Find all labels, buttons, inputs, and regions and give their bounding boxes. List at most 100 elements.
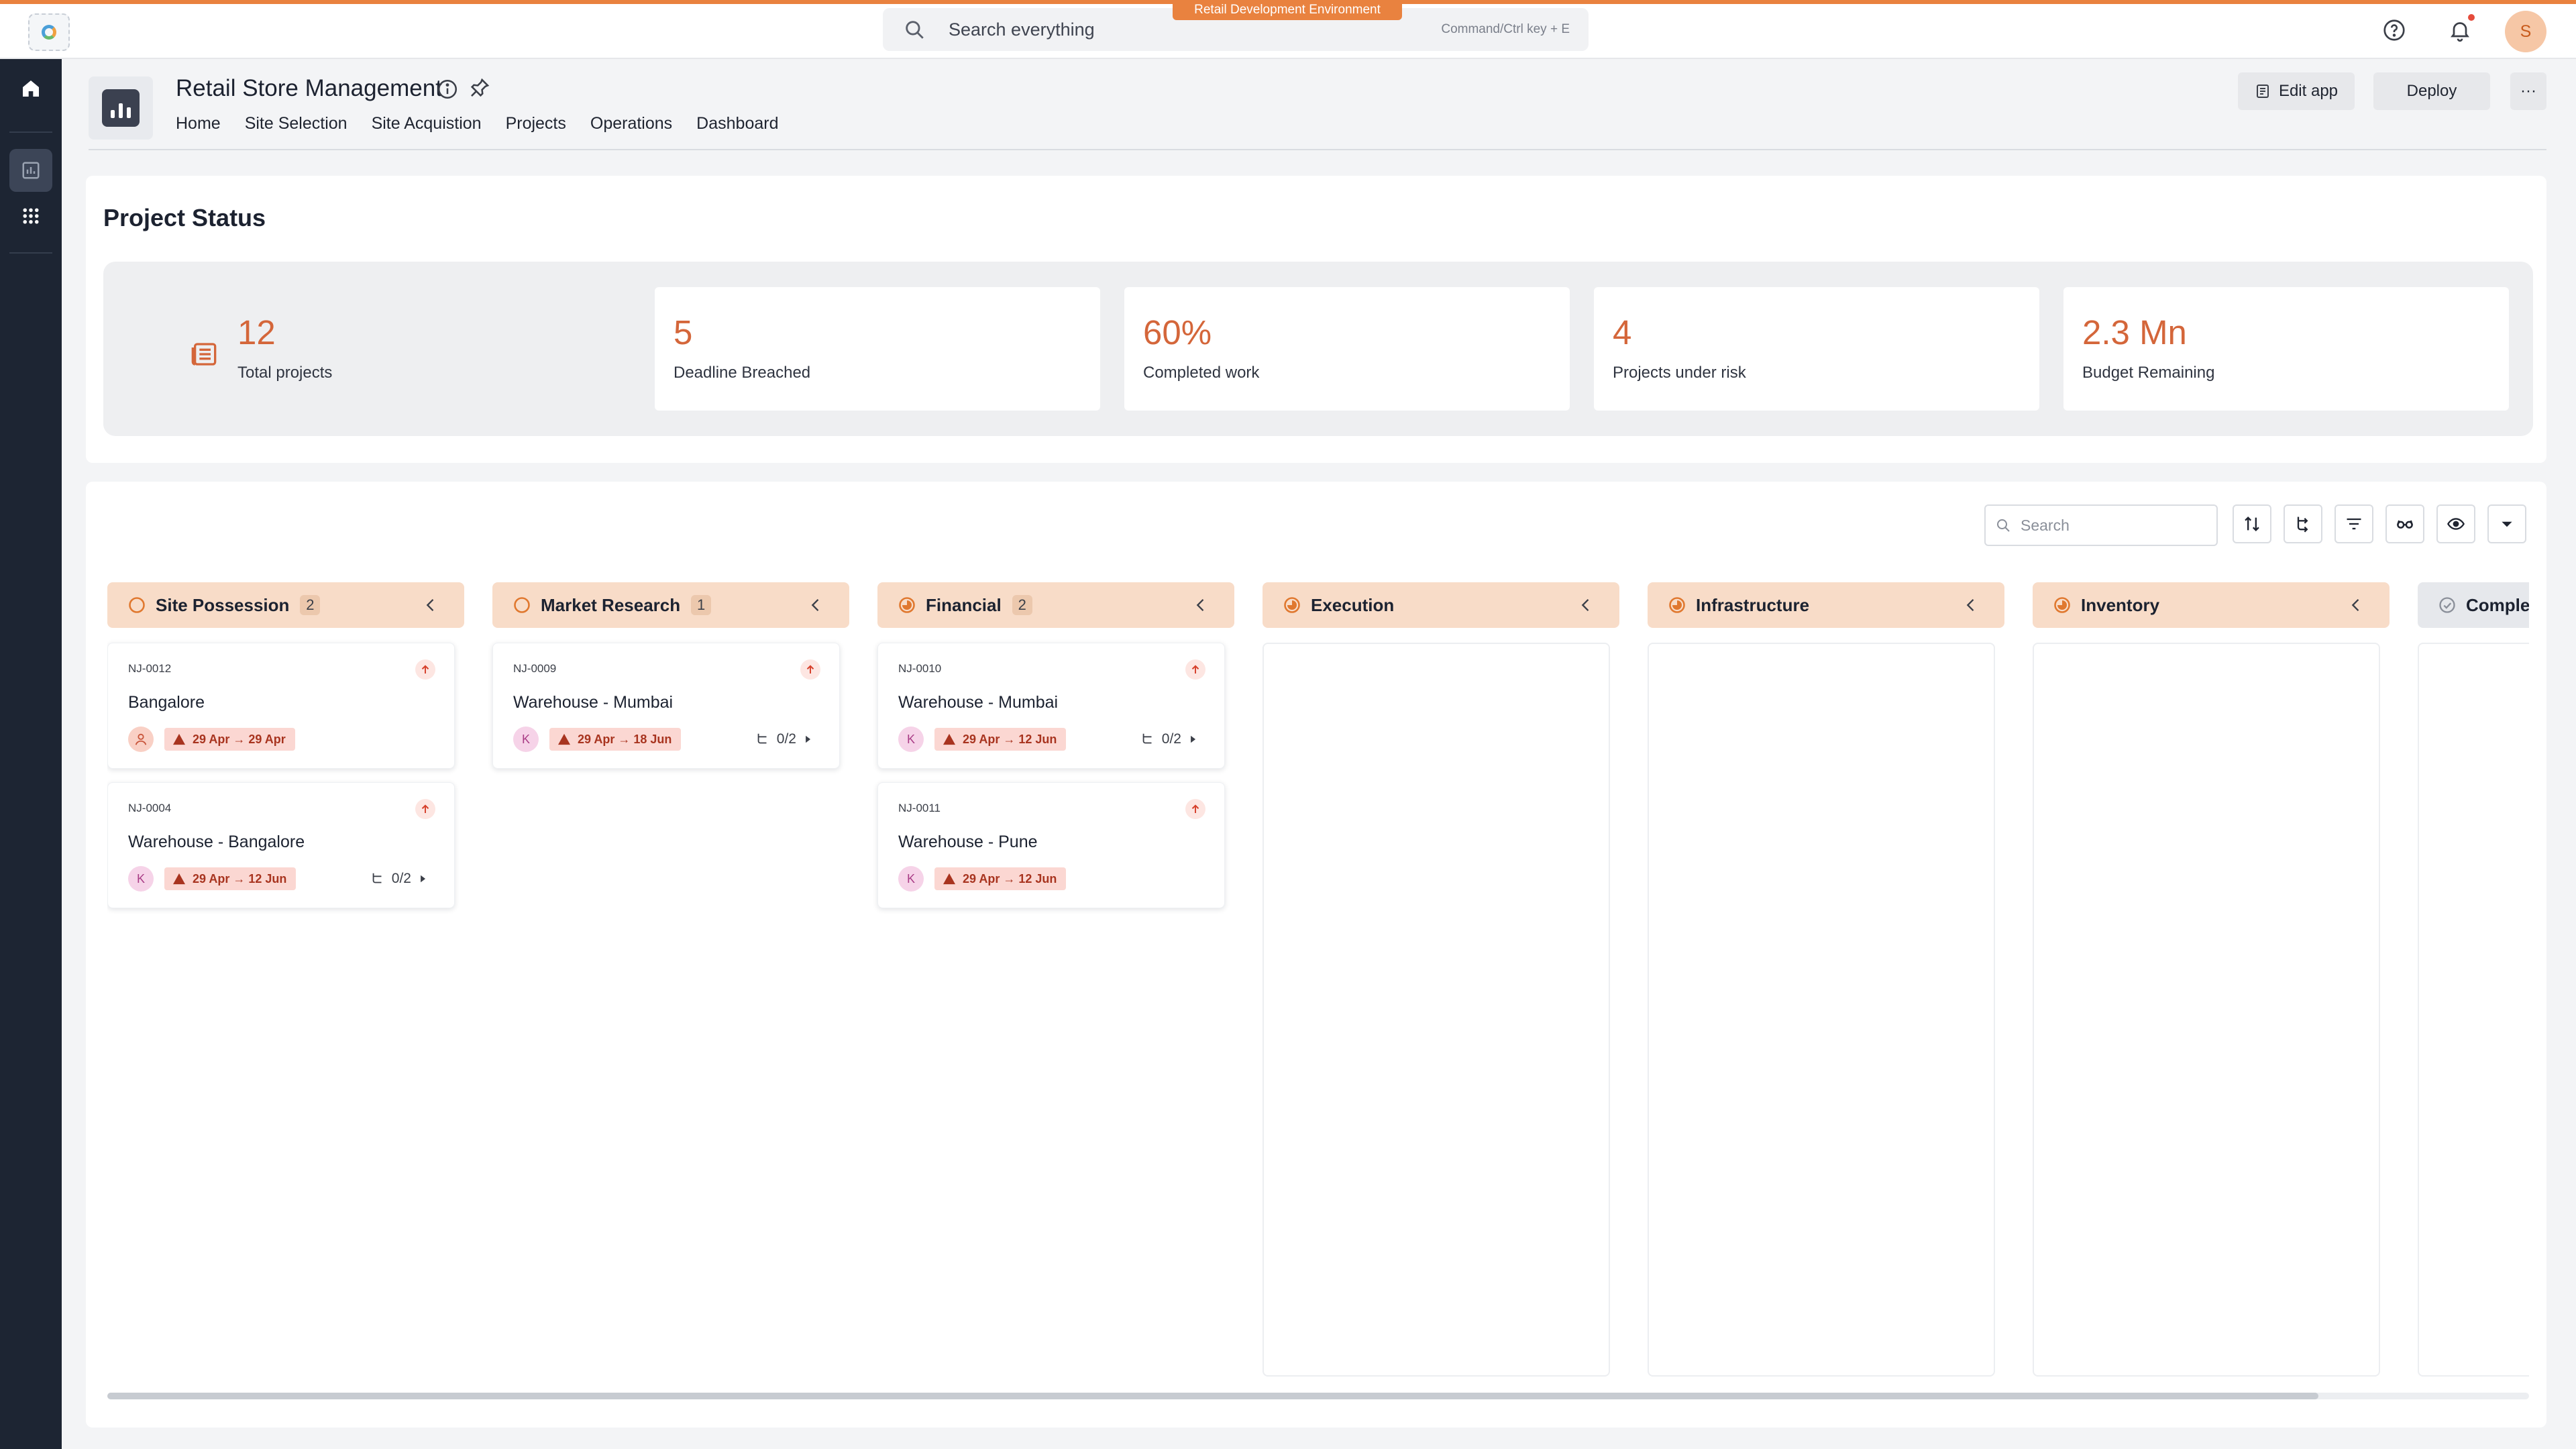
due-date-badge[interactable]: 29 Apr → 12 Jun (934, 867, 1067, 890)
subtask-counter[interactable]: 0/2 (370, 867, 427, 890)
kanban-column-site-possession: Site Possession 2 NJ-0012 Bangalore 29 A… (107, 582, 464, 1378)
caret-right-icon (421, 875, 426, 883)
chevron-left-icon[interactable] (1962, 596, 1980, 614)
stat-label: Completed work (1143, 364, 1260, 382)
status-done-check-icon (2439, 597, 2455, 613)
kanban-column-inventory: Inventory (2033, 582, 2390, 1378)
board-search-input[interactable]: Search (1984, 504, 2218, 546)
column-title: Market Research (541, 594, 681, 615)
sidebar-home[interactable] (9, 67, 52, 110)
nav-dashboard[interactable]: Dashboard (696, 114, 778, 133)
column-title: Inventory (2081, 594, 2160, 615)
edit-app-label: Edit app (2278, 82, 2339, 100)
warning-icon (943, 873, 955, 885)
sidebar-apps[interactable] (9, 195, 52, 237)
deploy-button[interactable]: Deploy (2373, 72, 2490, 110)
chevron-left-icon[interactable] (1576, 596, 1595, 614)
due-date-badge[interactable]: 29 Apr → 29 Apr (164, 728, 295, 751)
edit-app-button[interactable]: Edit app (2238, 72, 2355, 110)
horizontal-scrollbar-thumb[interactable] (107, 1393, 2318, 1399)
assignee-avatar[interactable]: K (128, 866, 154, 892)
info-icon[interactable] (436, 78, 459, 101)
task-id: NJ-0011 (898, 802, 941, 814)
chevron-left-icon[interactable] (2347, 596, 2365, 614)
stat-total-projects: 12 Total projects (103, 287, 640, 411)
column-header[interactable]: Site Possession 2 (107, 582, 464, 628)
column-header[interactable]: Execution (1263, 582, 1619, 628)
app-navigation: Home Site Selection Site Acquistion Proj… (176, 114, 778, 133)
more-dots-icon: ··· (2520, 82, 2536, 100)
nav-projects[interactable]: Projects (506, 114, 566, 133)
help-icon[interactable] (2380, 16, 2408, 44)
kanban-column-completed: Complet (2418, 582, 2529, 1378)
app-title: Retail Store Management (176, 75, 442, 101)
unassigned-user-icon[interactable] (128, 727, 154, 752)
company-logo[interactable] (28, 13, 70, 51)
assignee-avatar[interactable]: K (898, 866, 924, 892)
column-header[interactable]: Inventory (2033, 582, 2390, 628)
nav-site-selection[interactable]: Site Selection (245, 114, 347, 133)
task-name: Warehouse - Mumbai (898, 693, 1059, 712)
stat-value: 60% (1143, 313, 1212, 352)
app-icon (89, 76, 153, 140)
status-in-progress-icon (899, 597, 915, 613)
stat-label: Deadline Breached (674, 364, 811, 382)
due-date-badge[interactable]: 29 Apr → 12 Jun (934, 728, 1067, 751)
pin-icon[interactable] (468, 76, 491, 99)
empty-column-dropzone[interactable] (2418, 643, 2529, 1377)
due-date-badge[interactable]: 29 Apr → 12 Jun (164, 867, 297, 890)
task-name: Warehouse - Bangalore (128, 833, 305, 851)
nav-site-acquisition[interactable]: Site Acquistion (372, 114, 482, 133)
due-date-badge[interactable]: 29 Apr → 18 Jun (549, 728, 682, 751)
column-count: 2 (1012, 595, 1032, 615)
empty-column-dropzone[interactable] (1263, 643, 1610, 1377)
chevron-left-icon[interactable] (421, 596, 440, 614)
task-name: Warehouse - Mumbai (513, 693, 674, 712)
assignee-avatar[interactable]: K (898, 727, 924, 752)
date-range: 29 Apr → 12 Jun (193, 871, 287, 885)
filter-icon (2347, 518, 2361, 530)
subtask-count: 0/2 (391, 871, 411, 886)
caret-down-icon (2502, 521, 2512, 527)
task-card[interactable]: NJ-0010 Warehouse - Mumbai K 29 Apr → 12… (877, 643, 1225, 769)
sort-button[interactable] (2233, 504, 2271, 543)
subtask-counter[interactable]: 0/2 (755, 728, 812, 751)
warning-icon (173, 873, 185, 885)
view-options-button[interactable] (2385, 504, 2424, 543)
chevron-left-icon[interactable] (1191, 596, 1210, 614)
subtask-counter[interactable]: 0/2 (1140, 728, 1197, 751)
warning-icon (173, 733, 185, 745)
task-card[interactable]: NJ-0009 Warehouse - Mumbai K 29 Apr → 18… (492, 643, 840, 769)
subtask-icon (372, 873, 382, 883)
column-header[interactable]: Financial 2 (877, 582, 1234, 628)
assignee-avatar[interactable]: K (513, 727, 539, 752)
column-header[interactable]: Market Research 1 (492, 582, 849, 628)
warning-icon (558, 733, 570, 745)
task-card[interactable]: NJ-0012 Bangalore 29 Apr → 29 Apr (107, 643, 455, 769)
filter-button[interactable] (2334, 504, 2373, 543)
stat-projects-under-risk: 4 Projects under risk (1594, 287, 2039, 411)
search-icon (906, 21, 924, 39)
hierarchy-button[interactable] (2284, 504, 2322, 543)
grid-apps-icon (23, 208, 39, 224)
chevron-left-icon[interactable] (806, 596, 825, 614)
task-name: Bangalore (128, 693, 205, 712)
task-card[interactable]: NJ-0011 Warehouse - Pune K 29 Apr → 12 J… (877, 782, 1225, 908)
deploy-label: Deploy (2406, 82, 2457, 100)
empty-column-dropzone[interactable] (2033, 643, 2380, 1377)
dropdown-button[interactable] (2487, 504, 2526, 543)
nav-operations[interactable]: Operations (590, 114, 672, 133)
more-options-button[interactable]: ··· (2510, 72, 2546, 110)
task-card[interactable]: NJ-0004 Warehouse - Bangalore K 29 Apr →… (107, 782, 455, 908)
sidebar-app-active[interactable] (9, 149, 52, 192)
column-header[interactable]: Infrastructure (1648, 582, 2004, 628)
date-range: 29 Apr → 29 Apr (193, 732, 286, 746)
user-avatar[interactable]: S (2505, 11, 2546, 52)
kanban-column-execution: Execution (1263, 582, 1619, 1378)
visibility-button[interactable] (2436, 504, 2475, 543)
column-header[interactable]: Complet (2418, 582, 2529, 628)
empty-column-dropzone[interactable] (1648, 643, 1995, 1377)
nav-home[interactable]: Home (176, 114, 221, 133)
edit-document-icon (2256, 85, 2269, 98)
environment-badge: Retail Development Environment (1173, 0, 1402, 20)
